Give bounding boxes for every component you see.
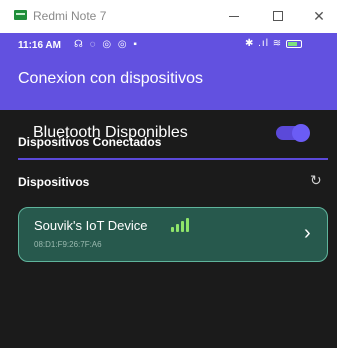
battery-icon bbox=[286, 39, 303, 48]
device-mac-address: 08:D1:F9:26:7F:A6 bbox=[34, 240, 102, 249]
device-list-item[interactable]: Souvik's IoT Device 08:D1:F9:26:7F:A6 › bbox=[18, 207, 328, 262]
signal-strength-icon bbox=[171, 218, 191, 232]
minimize-icon bbox=[229, 16, 239, 17]
close-button[interactable]: ✕ bbox=[309, 6, 329, 26]
devices-heading: Dispositivos bbox=[18, 175, 90, 189]
window-titlebar: Redmi Note 7 ✕ bbox=[0, 0, 337, 33]
device-name: Souvik's IoT Device bbox=[34, 218, 148, 233]
phone-screen: 11:16 AM ☊ ◌ ◎ ◎ ▪ ✱ .ıl ≋ Conexion con … bbox=[0, 33, 337, 348]
status-time: 11:16 AM bbox=[18, 40, 61, 51]
connectivity-icons: ✱ .ıl ≋ bbox=[245, 38, 283, 49]
chevron-right-icon[interactable]: › bbox=[304, 222, 311, 245]
maximize-icon bbox=[273, 11, 283, 21]
app-logo-icon bbox=[14, 10, 27, 20]
refresh-icon[interactable]: ↻ bbox=[310, 172, 322, 189]
notification-icons: ☊ ◌ ◎ ◎ ▪ bbox=[74, 39, 139, 50]
connected-devices-heading: Dispositivos Conectados bbox=[18, 135, 162, 149]
app-bar: 11:16 AM ☊ ◌ ◎ ◎ ▪ ✱ .ıl ≋ Conexion con … bbox=[0, 33, 337, 110]
bluetooth-underline-divider bbox=[18, 158, 328, 160]
minimize-button[interactable] bbox=[224, 6, 244, 26]
maximize-button[interactable] bbox=[268, 6, 288, 26]
window-title: Redmi Note 7 bbox=[33, 9, 107, 23]
toggle-knob bbox=[292, 124, 310, 142]
page-title: Conexion con dispositivos bbox=[18, 70, 203, 87]
bluetooth-toggle[interactable] bbox=[276, 124, 310, 142]
system-status-icons: ✱ .ıl ≋ bbox=[245, 38, 303, 49]
